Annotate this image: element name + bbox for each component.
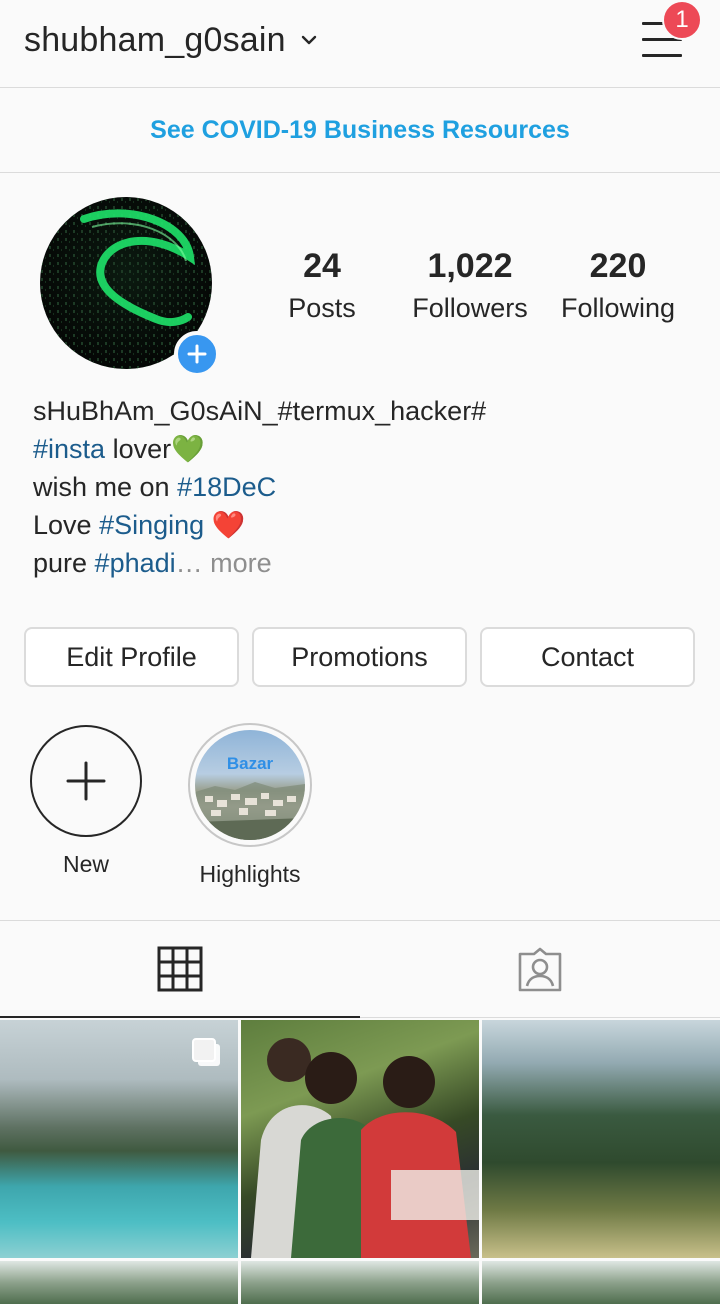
hashtag-link[interactable]: #Singing	[99, 510, 204, 540]
post-thumbnail[interactable]	[0, 1261, 238, 1304]
people-photo	[251, 1038, 479, 1258]
display-name: sHuBhAm_G0sAiN_#termux_hacker#	[33, 396, 487, 426]
tab-tagged[interactable]	[360, 921, 720, 1018]
highlight-label: Highlights	[199, 861, 301, 887]
post-thumbnail[interactable]	[482, 1261, 720, 1304]
hashtag-link[interactable]: #18DeC	[177, 472, 276, 502]
notification-badge: 1	[662, 0, 702, 40]
posts-count[interactable]: 24 Posts	[270, 244, 374, 328]
plus-icon	[187, 344, 207, 364]
new-highlight-label: New	[62, 851, 109, 877]
bio: sHuBhAm_G0sAiN_#termux_hacker# #insta lo…	[33, 392, 693, 582]
bio-line: Love #Singing ❤️	[33, 506, 693, 544]
highlight-item[interactable]: Bazar Highlights	[182, 723, 318, 888]
tab-grid[interactable]	[0, 921, 360, 1018]
account-switcher[interactable]: shubham_g0sain	[24, 18, 318, 62]
bio-line: #insta lover💚	[33, 430, 693, 468]
posts-label: Posts	[288, 293, 356, 323]
profile-avatar[interactable]	[40, 197, 220, 377]
chevron-down-icon	[301, 35, 316, 45]
username: shubham_g0sain	[24, 20, 286, 59]
covid-resources-link[interactable]: See COVID-19 Business Resources	[150, 116, 570, 145]
plus-icon	[66, 761, 106, 801]
green-heart-emoji: 💚	[171, 434, 205, 464]
following-value: 220	[589, 247, 647, 285]
highlight-cover-image: Bazar	[195, 730, 305, 840]
following-count[interactable]: 220 Following	[554, 244, 682, 328]
post-thumbnail[interactable]	[0, 1020, 238, 1258]
town-illustration	[195, 782, 305, 840]
bio-more-link[interactable]: … more	[176, 548, 272, 578]
new-highlight[interactable]: New	[30, 725, 142, 878]
top-bar: shubham_g0sain 1	[0, 0, 720, 88]
hashtag-link[interactable]: #insta	[33, 434, 105, 464]
followers-count[interactable]: 1,022 Followers	[406, 244, 534, 328]
new-highlight-circle[interactable]	[30, 725, 142, 837]
add-story-button[interactable]	[174, 331, 220, 377]
edit-profile-button[interactable]: Edit Profile	[24, 627, 239, 687]
tagged-photos-icon	[518, 947, 562, 991]
bio-text: Love	[33, 510, 100, 540]
multiple-photos-icon	[192, 1038, 220, 1066]
followers-label: Followers	[412, 293, 528, 323]
bio-line: wish me on #18DeC	[33, 468, 693, 506]
post-thumbnail[interactable]	[241, 1020, 479, 1258]
profile-tabs	[0, 920, 720, 1018]
profile-page: shubham_g0sain 1 See COVID-19 Business R…	[0, 0, 720, 1304]
grid-icon	[157, 946, 203, 991]
profile-stats: 24 Posts 1,022 Followers 220 Following	[240, 244, 710, 334]
photo-grid	[0, 1020, 720, 1304]
red-heart-emoji: ❤️	[211, 510, 246, 540]
covid-banner: See COVID-19 Business Resources	[0, 89, 720, 173]
highlight-ring[interactable]: Bazar	[188, 723, 312, 847]
promotions-button[interactable]: Promotions	[252, 627, 467, 687]
posts-value: 24	[303, 247, 341, 285]
bio-text: lover	[105, 434, 172, 464]
following-label: Following	[560, 293, 676, 323]
post-thumbnail[interactable]	[482, 1020, 720, 1258]
bio-text: wish me on	[33, 472, 178, 502]
post-thumbnail[interactable]	[241, 1261, 479, 1304]
contact-button[interactable]: Contact	[480, 627, 695, 687]
hashtag-link[interactable]: #phadi	[95, 548, 176, 578]
bio-line: pure #phadi… more	[33, 544, 693, 582]
bio-text: pure	[33, 548, 95, 578]
followers-value: 1,022	[427, 247, 513, 285]
